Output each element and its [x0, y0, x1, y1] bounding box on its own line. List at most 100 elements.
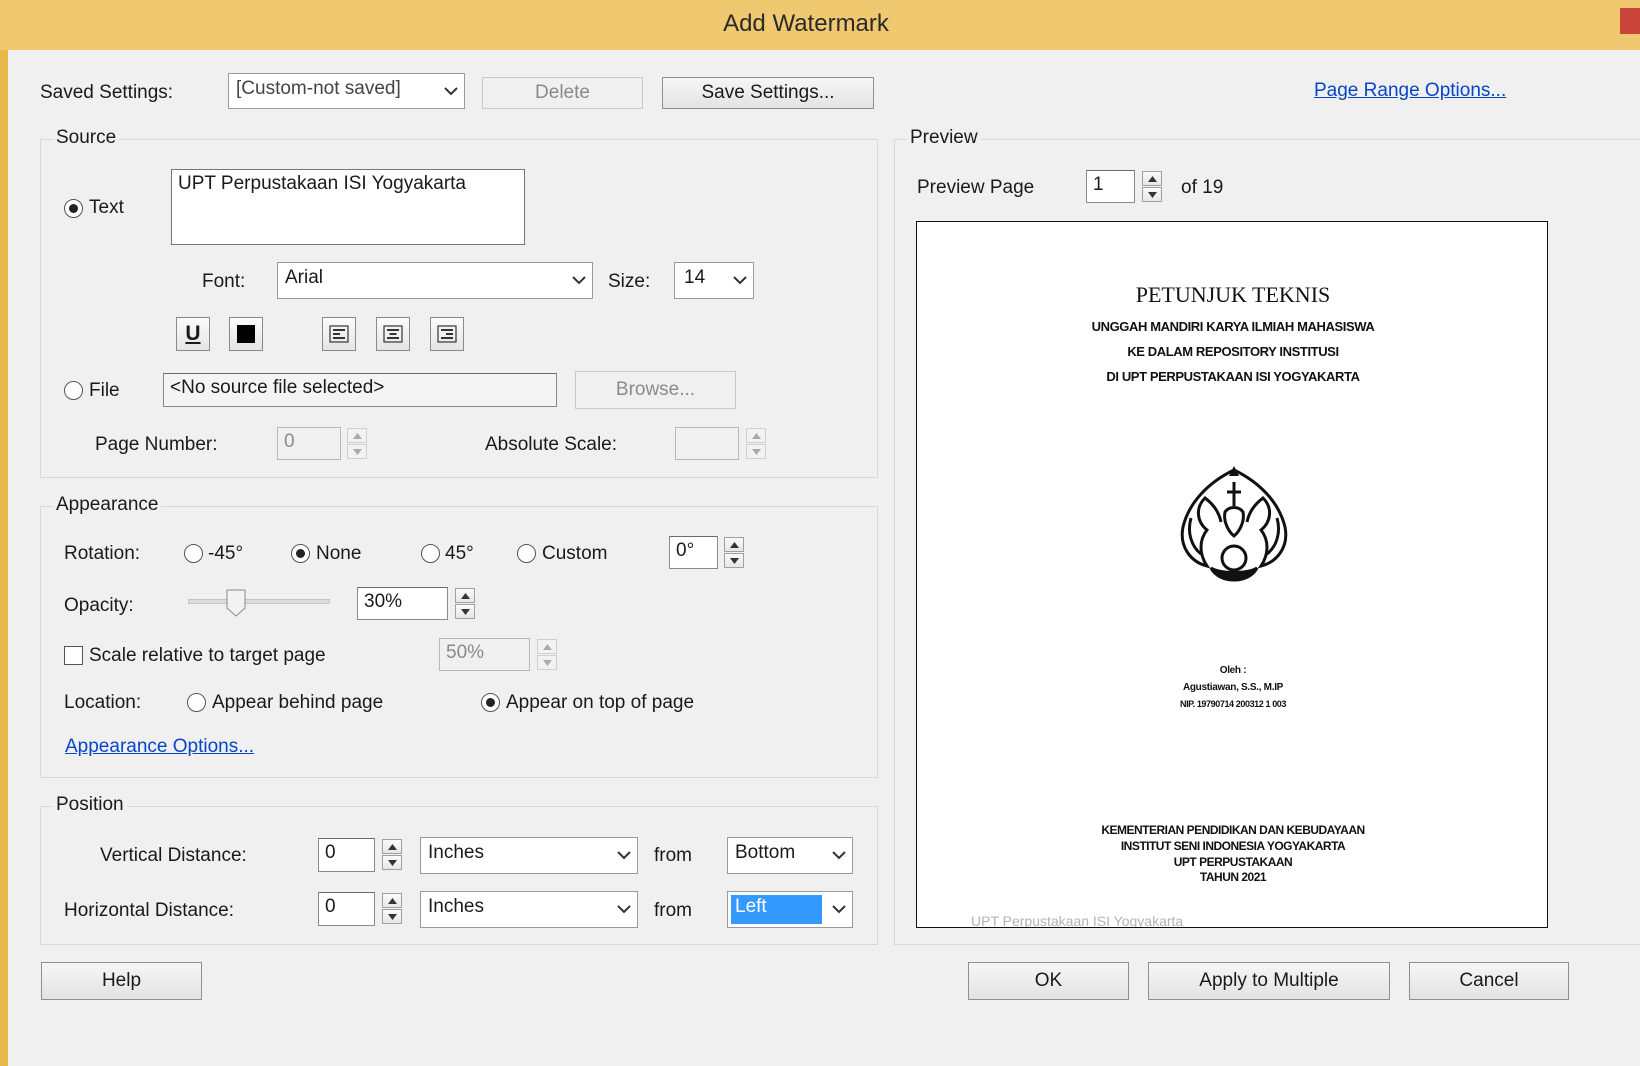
- underline-button[interactable]: U: [176, 317, 210, 351]
- size-select[interactable]: 14: [674, 262, 754, 299]
- opacity-input[interactable]: 30%: [357, 587, 448, 620]
- vertical-unit-select[interactable]: Inches: [420, 837, 638, 874]
- caret-up-icon: [352, 432, 362, 439]
- rotation-none-radio[interactable]: [291, 544, 310, 563]
- rotation-custom-label: Custom: [542, 543, 608, 564]
- spin-down-button[interactable]: [347, 444, 367, 459]
- title-bar[interactable]: Add Watermark: [0, 0, 1640, 50]
- spin-down-button[interactable]: [746, 444, 766, 459]
- rotation-neg45-label: -45°: [208, 543, 244, 564]
- spin-up-button[interactable]: [724, 537, 744, 552]
- text-source-radio[interactable]: [64, 199, 83, 218]
- horizontal-from-select[interactable]: Left: [727, 891, 853, 928]
- absolute-scale-input[interactable]: [675, 427, 739, 460]
- institution-emblem-icon: [1180, 466, 1288, 582]
- rotation-none-label: None: [316, 543, 362, 564]
- watermark-text-input[interactable]: UPT Perpustakaan ISI Yogyakarta: [171, 169, 525, 245]
- vertical-from-select[interactable]: Bottom: [727, 837, 853, 874]
- browse-button[interactable]: Browse...: [575, 371, 736, 409]
- rotation-label: Rotation:: [64, 543, 141, 564]
- vertical-distance-input[interactable]: 0: [318, 838, 375, 872]
- doc-oleh: Oleh :: [1219, 665, 1247, 676]
- align-left-icon: [329, 325, 349, 343]
- source-file-field: <No source file selected>: [163, 373, 557, 407]
- page-range-options-link[interactable]: Page Range Options...: [1314, 80, 1506, 102]
- doc-footer-4: TAHUN 2021: [1199, 870, 1267, 884]
- page-number-label: Page Number:: [95, 434, 218, 455]
- spin-up-button[interactable]: [382, 839, 402, 854]
- horizontal-distance-input[interactable]: 0: [318, 892, 375, 926]
- window-title: Add Watermark: [723, 10, 889, 37]
- help-button[interactable]: Help: [41, 962, 202, 1000]
- spin-up-button[interactable]: [537, 639, 557, 654]
- doc-author: Agustiawan, S.S., M.IP: [1182, 682, 1284, 693]
- saved-settings-select[interactable]: [Custom-not saved]: [228, 73, 465, 109]
- caret-up-icon: [460, 592, 470, 599]
- spin-down-button[interactable]: [724, 553, 744, 568]
- spin-down-button[interactable]: [382, 909, 402, 924]
- caret-down-icon: [352, 448, 362, 455]
- appear-behind-radio[interactable]: [187, 693, 206, 712]
- apply-to-multiple-button[interactable]: Apply to Multiple: [1148, 962, 1390, 1000]
- color-swatch-icon: [237, 325, 255, 343]
- cancel-button[interactable]: Cancel: [1409, 962, 1569, 1000]
- doc-subtitle-2: KE DALAM REPOSITORY INSTITUSI: [1127, 344, 1339, 359]
- spin-down-button[interactable]: [382, 855, 402, 870]
- font-select[interactable]: Arial: [277, 262, 593, 299]
- align-right-icon: [437, 325, 457, 343]
- preview-page-count: of 19: [1181, 177, 1224, 198]
- ok-button[interactable]: OK: [968, 962, 1129, 1000]
- chevron-down-icon: [566, 263, 592, 298]
- align-center-button[interactable]: [376, 317, 410, 351]
- spin-up-button[interactable]: [382, 893, 402, 908]
- vertical-unit-value: Inches: [428, 842, 484, 863]
- align-left-button[interactable]: [322, 317, 356, 351]
- align-right-button[interactable]: [430, 317, 464, 351]
- size-value: 14: [684, 267, 706, 288]
- underline-icon: U: [185, 322, 201, 345]
- caret-down-icon: [729, 557, 739, 564]
- opacity-slider-track[interactable]: [188, 599, 330, 604]
- horizontal-unit-select[interactable]: Inches: [420, 891, 638, 928]
- file-source-radio[interactable]: [64, 381, 83, 400]
- save-settings-button[interactable]: Save Settings...: [662, 77, 874, 109]
- spin-up-button[interactable]: [1142, 171, 1162, 186]
- rotation-45-radio[interactable]: [421, 544, 440, 563]
- appear-on-top-radio[interactable]: [481, 693, 500, 712]
- scale-relative-label: Scale relative to target page: [89, 645, 326, 666]
- close-button[interactable]: [1620, 8, 1640, 34]
- spin-up-button[interactable]: [746, 428, 766, 443]
- appear-behind-label: Appear behind page: [212, 692, 384, 713]
- horizontal-from-label: from: [654, 900, 692, 921]
- appearance-legend: Appearance: [53, 494, 162, 516]
- vertical-from-label: from: [654, 845, 692, 866]
- rotation-custom-radio[interactable]: [517, 544, 536, 563]
- spin-down-button[interactable]: [1142, 187, 1162, 202]
- opacity-label: Opacity:: [64, 595, 134, 616]
- caret-down-icon: [1147, 191, 1157, 198]
- caret-up-icon: [387, 897, 397, 904]
- spin-down-button[interactable]: [455, 604, 475, 619]
- rotation-custom-input[interactable]: 0°: [669, 536, 718, 569]
- doc-footer-2: INSTITUT SENI INDONESIA YOGYAKARTA: [1120, 839, 1346, 853]
- preview-page-input[interactable]: 1: [1086, 170, 1135, 203]
- rotation-neg45-radio[interactable]: [184, 544, 203, 563]
- spin-down-button[interactable]: [537, 655, 557, 670]
- opacity-slider-thumb[interactable]: [226, 589, 246, 617]
- caret-down-icon: [751, 448, 761, 455]
- vertical-from-value: Bottom: [735, 842, 796, 863]
- chevron-down-icon: [826, 838, 852, 873]
- vertical-distance-label: Vertical Distance:: [100, 845, 247, 866]
- page-number-input[interactable]: 0: [277, 427, 341, 460]
- color-button[interactable]: [229, 317, 263, 351]
- spin-up-button[interactable]: [455, 588, 475, 603]
- dialog-client: Saved Settings: [Custom-not saved] Delet…: [8, 50, 1640, 1066]
- scale-relative-checkbox[interactable]: [64, 646, 83, 665]
- slider-thumb-icon: [226, 589, 246, 617]
- appearance-options-link[interactable]: Appearance Options...: [65, 736, 254, 758]
- scale-input[interactable]: 50%: [439, 638, 530, 671]
- spin-up-button[interactable]: [347, 428, 367, 443]
- delete-button[interactable]: Delete: [482, 77, 643, 109]
- chevron-down-icon: [611, 892, 637, 927]
- chevron-down-icon: [826, 892, 852, 927]
